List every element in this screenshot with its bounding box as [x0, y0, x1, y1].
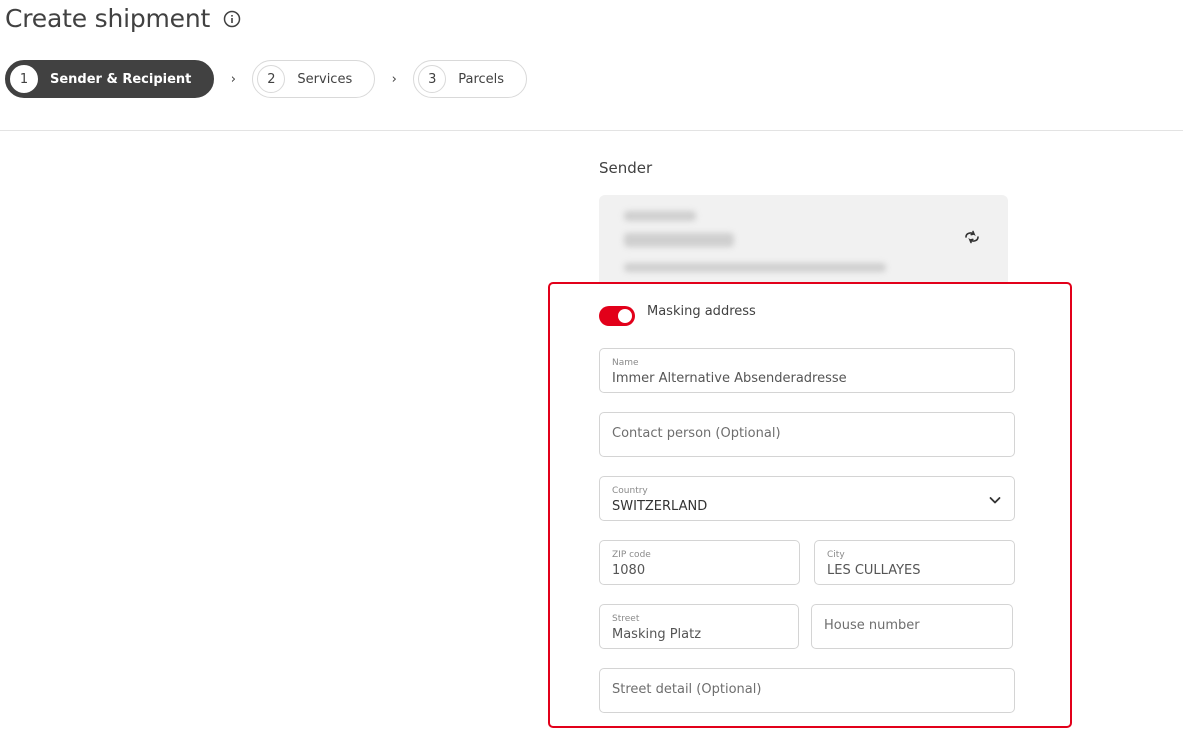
zip-code-field[interactable]: ZIP code 1080: [599, 540, 800, 585]
country-select[interactable]: Country SWITZERLAND: [599, 476, 1015, 521]
chevron-right-icon: ›: [391, 71, 397, 87]
redacted-text: [624, 233, 734, 247]
step-number: 3: [418, 65, 447, 93]
swap-icon[interactable]: [962, 228, 982, 246]
country-label: Country: [612, 486, 648, 496]
name-field[interactable]: Name Immer Alternative Absenderadresse: [599, 348, 1015, 393]
name-field-value: Immer Alternative Absenderadresse: [612, 371, 847, 386]
step-number: 1: [10, 65, 38, 93]
country-value: SWITZERLAND: [612, 499, 708, 514]
step-label: Sender & Recipient: [50, 71, 192, 87]
masking-address-label: Masking address: [647, 304, 756, 319]
chevron-right-icon: ›: [230, 71, 236, 87]
street-label: Street: [612, 614, 640, 624]
contact-person-field[interactable]: Contact person (Optional): [599, 412, 1015, 457]
step-sender-recipient[interactable]: 1 Sender & Recipient: [5, 60, 215, 98]
header-divider: [0, 130, 1183, 131]
redacted-text: [624, 263, 886, 272]
stepper: 1 Sender & Recipient › 2 Services › 3 Pa…: [5, 60, 528, 98]
step-number: 2: [257, 65, 286, 93]
street-detail-placeholder: Street detail (Optional): [612, 682, 762, 697]
toggle-knob: [618, 309, 632, 323]
sender-section-title: Sender: [599, 159, 653, 177]
street-detail-field[interactable]: Street detail (Optional): [599, 668, 1015, 713]
page-title: Create shipment: [5, 4, 211, 33]
step-parcels[interactable]: 3 Parcels: [413, 60, 528, 98]
house-number-placeholder: House number: [824, 618, 920, 633]
sender-address-card[interactable]: [599, 195, 1008, 295]
street-value: Masking Platz: [612, 627, 702, 642]
city-field[interactable]: City LES CULLAYES: [814, 540, 1015, 585]
page-header: Create shipment: [5, 4, 241, 33]
step-label: Services: [297, 71, 353, 87]
contact-person-placeholder: Contact person (Optional): [612, 426, 781, 441]
city-label: City: [827, 550, 845, 560]
zip-code-label: ZIP code: [612, 550, 651, 560]
step-services[interactable]: 2 Services: [252, 60, 376, 98]
step-label: Parcels: [458, 71, 505, 87]
zip-code-value: 1080: [612, 563, 646, 578]
name-field-label: Name: [612, 358, 639, 368]
chevron-down-icon: [988, 492, 1002, 506]
redacted-text: [624, 211, 696, 221]
masking-address-toggle[interactable]: [599, 306, 635, 326]
house-number-field[interactable]: House number: [811, 604, 1013, 649]
info-icon[interactable]: [223, 10, 241, 28]
city-value: LES CULLAYES: [827, 563, 921, 578]
street-field[interactable]: Street Masking Platz: [599, 604, 799, 649]
